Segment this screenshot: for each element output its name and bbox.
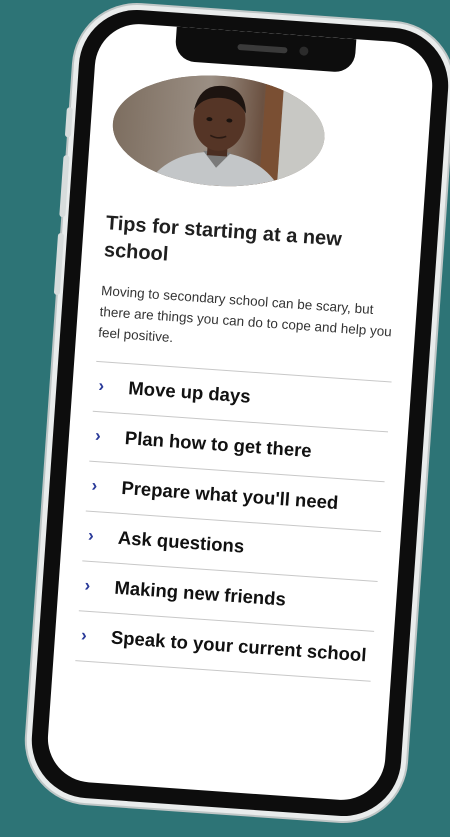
list-item-label: Prepare what you'll need: [120, 476, 339, 514]
mute-switch: [64, 107, 73, 138]
front-camera: [299, 46, 309, 56]
scene-background: Tips for starting at a new school Moving…: [0, 0, 450, 837]
list-item-label: Ask questions: [117, 526, 245, 557]
phone-frame: Tips for starting at a new school Moving…: [27, 6, 450, 820]
phone-notch: [174, 26, 357, 74]
volume-up-button: [59, 155, 70, 218]
chevron-right-icon: ›: [87, 525, 95, 546]
phone-screen: Tips for starting at a new school Moving…: [44, 21, 436, 803]
child-portrait-image: [109, 68, 329, 194]
list-item-label: Making new friends: [113, 576, 287, 610]
chevron-right-icon: ›: [90, 475, 98, 496]
chevron-right-icon: ›: [83, 575, 91, 595]
list-item-label: Plan how to get there: [124, 427, 313, 462]
list-item-label: Speak to your current school: [110, 626, 368, 666]
intro-text: Moving to secondary school can be scary,…: [97, 283, 393, 346]
volume-down-button: [53, 232, 65, 296]
chevron-right-icon: ›: [94, 425, 102, 446]
tips-list: › Move up days › Plan how to get there ›…: [75, 360, 392, 682]
speaker-grille: [237, 43, 288, 54]
page-title: Tips for starting at a new school: [103, 212, 343, 266]
list-item-label: Move up days: [127, 377, 252, 407]
header-photo: [109, 68, 329, 194]
chevron-right-icon: ›: [80, 625, 88, 645]
article-content: Tips for starting at a new school Moving…: [75, 210, 402, 682]
chevron-right-icon: ›: [97, 376, 105, 396]
